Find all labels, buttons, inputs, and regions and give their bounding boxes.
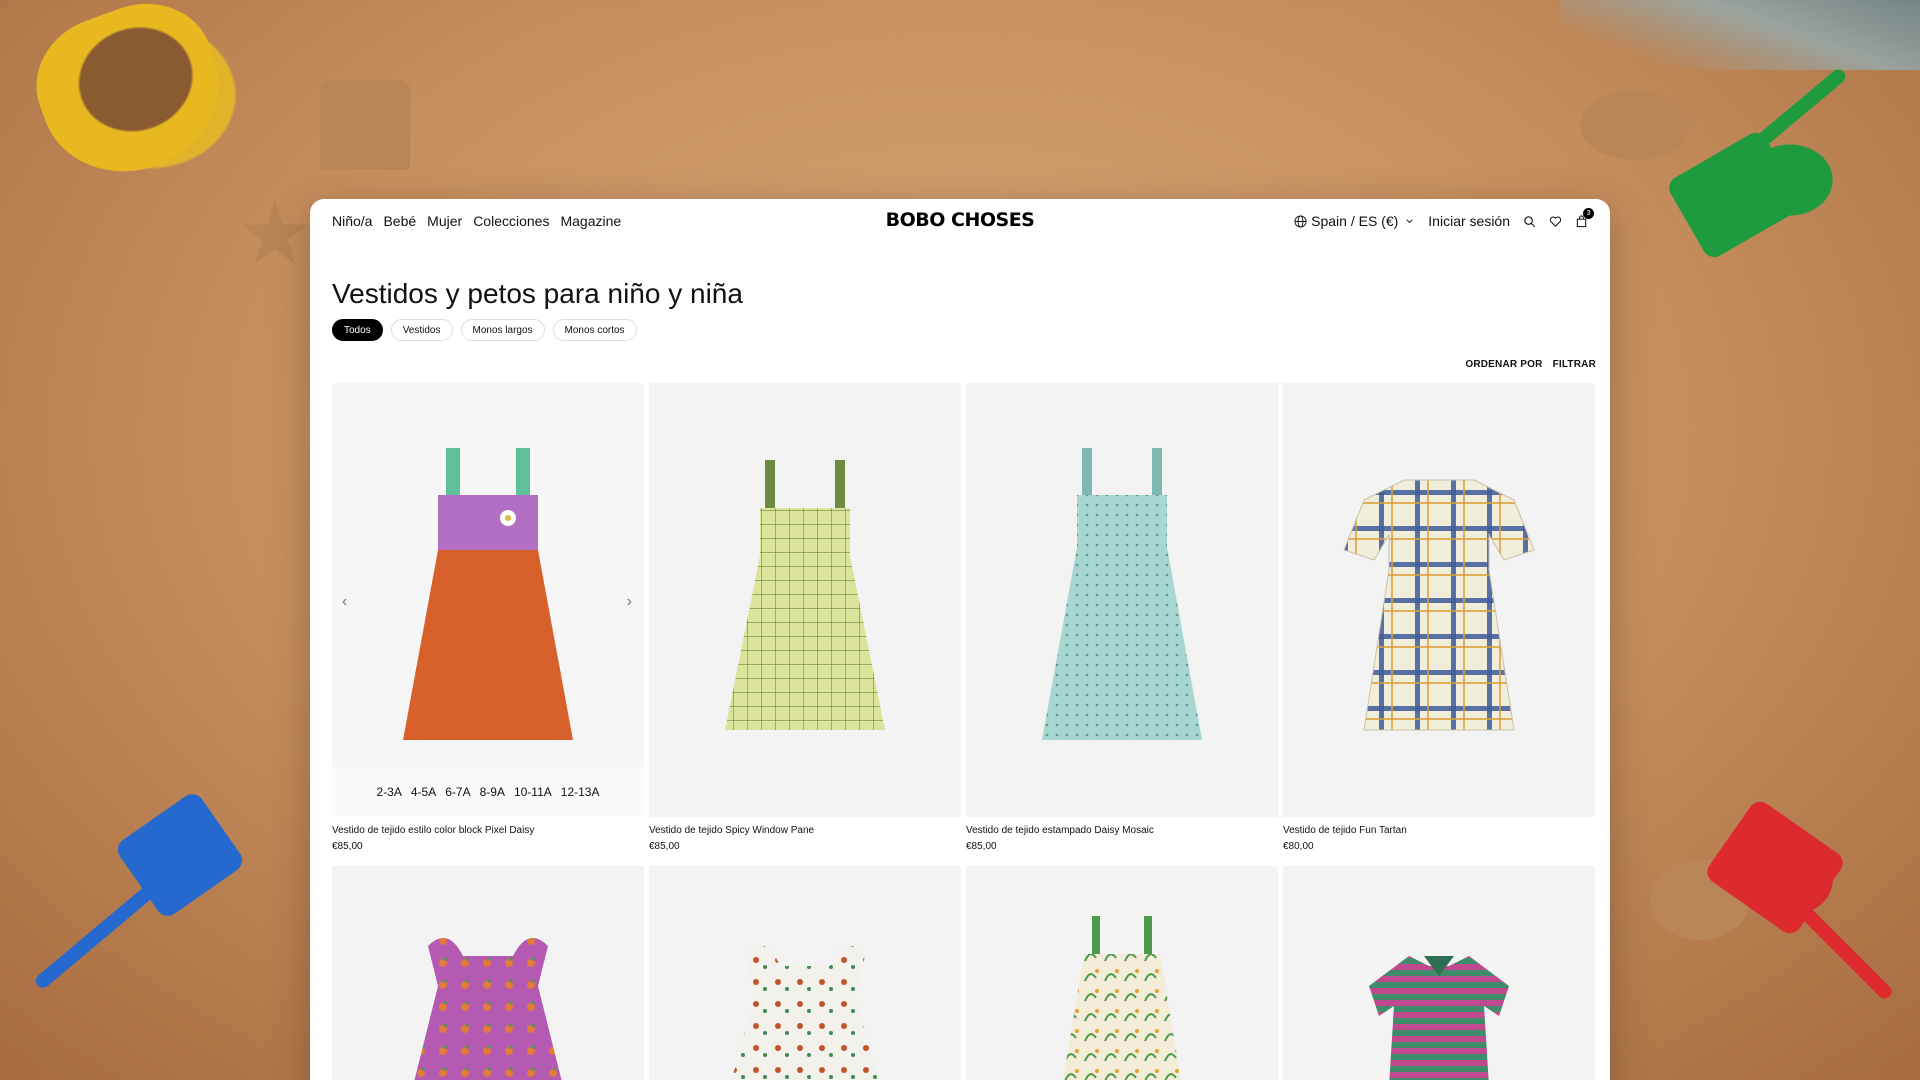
product-name[interactable]: Vestido de tejido Fun Tartan [1283,825,1595,836]
size-option[interactable]: 2-3A [377,785,402,799]
chevron-down-icon [1402,214,1416,228]
globe-icon [1293,214,1307,228]
green-shovel-handle [1731,66,1849,168]
chip-todos[interactable]: Todos [332,319,383,341]
dress-purple-fruit-image [414,938,562,1080]
product-image[interactable] [966,383,1278,817]
product-image[interactable] [649,866,961,1080]
browser-window: Niño/a Bebé Mujer Colecciones Magazine B… [310,199,1610,1080]
dress-fun-tartan-image [1343,479,1535,731]
product-card[interactable] [649,866,961,1080]
nav-link-magazine[interactable]: Magazine [560,213,621,229]
product-price: €85,00 [332,841,363,852]
login-link[interactable]: Iniciar sesión [1428,213,1510,229]
product-image[interactable] [649,383,961,817]
nav-link-mujer[interactable]: Mujer [427,213,462,229]
chip-monos-largos[interactable]: Monos largos [460,319,545,341]
starfish-decoration [241,200,309,264]
header-actions: Spain / ES (€) Iniciar sesión 3 [1293,208,1594,229]
product-image[interactable] [1283,866,1595,1080]
carousel-next-arrow[interactable]: › [627,593,632,611]
product-name[interactable]: Vestido de tejido Spicy Window Pane [649,825,961,836]
product-image[interactable]: ‹ › 2-3A 4-5A 6-7A 8-9A 10-11A 12-13A [332,383,644,817]
overall-jungle-print-image [1063,916,1181,1080]
page-title: Vestidos y petos para niño y niña [332,278,743,309]
filter-button[interactable]: FILTRAR [1553,359,1596,370]
main-menu: Niño/a Bebé Mujer Colecciones Magazine [332,213,621,229]
product-card[interactable]: Vestido de tejido Fun Tartan €80,00 [1283,383,1595,852]
locale-label: Spain / ES (€) [1311,213,1399,229]
size-option[interactable]: 12-13A [561,785,600,799]
top-navigation: Niño/a Bebé Mujer Colecciones Magazine B… [310,199,1610,243]
bag-icon[interactable]: 3 [1574,208,1594,228]
heart-icon[interactable] [1548,214,1562,228]
size-option[interactable]: 4-5A [411,785,436,799]
size-option[interactable]: 8-9A [480,785,505,799]
product-card[interactable] [332,866,644,1080]
brand-logo[interactable]: BOBO CHOSES [886,209,1035,231]
product-image[interactable] [966,866,1278,1080]
sort-button[interactable]: ORDENAR POR [1465,359,1542,370]
product-image[interactable] [332,866,644,1080]
product-name[interactable]: Vestido de tejido estilo color block Pix… [332,825,644,836]
carousel-prev-arrow[interactable]: ‹ [342,593,347,611]
ocean-background [1560,0,1920,70]
product-card[interactable] [966,866,1278,1080]
chip-vestidos[interactable]: Vestidos [390,319,453,341]
fish-mold-decoration [1580,90,1690,160]
dress-pixel-daisy-image [403,448,573,740]
sort-filter-bar: ORDENAR POR FILTRAR [1465,359,1596,370]
bucket-decoration [18,0,242,196]
product-price: €85,00 [649,841,680,852]
nav-link-nino[interactable]: Niño/a [332,213,372,229]
blue-shovel-handle [33,883,157,991]
search-icon[interactable] [1522,214,1536,228]
product-price: €85,00 [966,841,997,852]
dress-daisy-mosaic-image [1042,448,1202,740]
dress-striped-polo-image [1369,956,1509,1080]
cart-count-badge: 3 [1583,208,1594,219]
product-card[interactable] [1283,866,1595,1080]
filter-chips: Todos Vestidos Monos largos Monos cortos [332,319,637,341]
dress-spicy-window-pane-image [725,460,885,730]
product-price: €80,00 [1283,841,1314,852]
dress-white-floral-image [731,945,879,1080]
product-name[interactable]: Vestido de tejido estampado Daisy Mosaic [966,825,1278,836]
product-card[interactable]: Vestido de tejido Spicy Window Pane €85,… [649,383,961,852]
size-selector: 2-3A 4-5A 6-7A 8-9A 10-11A 12-13A [332,767,644,817]
product-image[interactable] [1283,383,1595,817]
nav-link-colecciones[interactable]: Colecciones [473,213,549,229]
sandcastle-decoration [320,80,410,170]
product-card[interactable]: ‹ › 2-3A 4-5A 6-7A 8-9A 10-11A 12-13A Ve… [332,383,644,852]
chip-monos-cortos[interactable]: Monos cortos [552,319,637,341]
size-option[interactable]: 6-7A [445,785,470,799]
red-shovel-handle [1785,892,1895,1002]
green-shovel-decoration [1664,128,1806,262]
product-card[interactable]: Vestido de tejido estampado Daisy Mosaic… [966,383,1278,852]
size-option[interactable]: 10-11A [514,785,552,799]
locale-selector[interactable]: Spain / ES (€) [1293,213,1416,229]
nav-link-bebe[interactable]: Bebé [383,213,416,229]
product-grid: ‹ › 2-3A 4-5A 6-7A 8-9A 10-11A 12-13A Ve… [332,383,1595,1080]
